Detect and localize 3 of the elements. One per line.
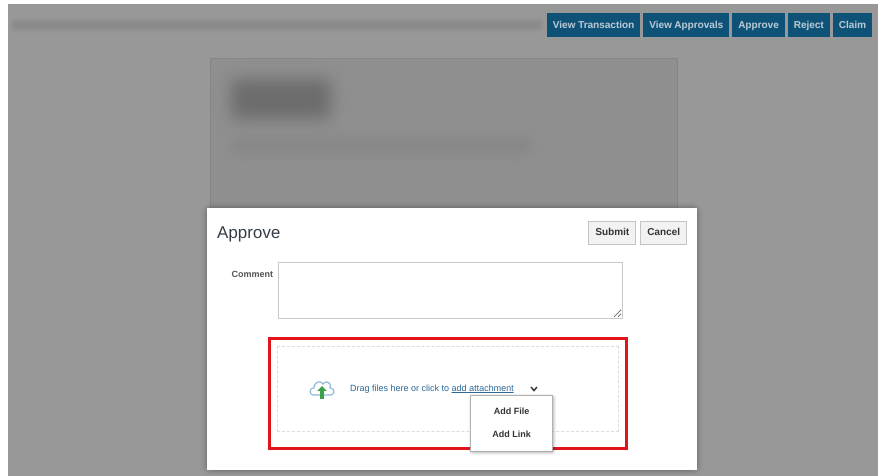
attachment-prompt: Drag files here or click to add attachment xyxy=(350,382,514,395)
comment-label: Comment xyxy=(230,268,273,280)
dialog-title: Approve xyxy=(217,222,280,244)
